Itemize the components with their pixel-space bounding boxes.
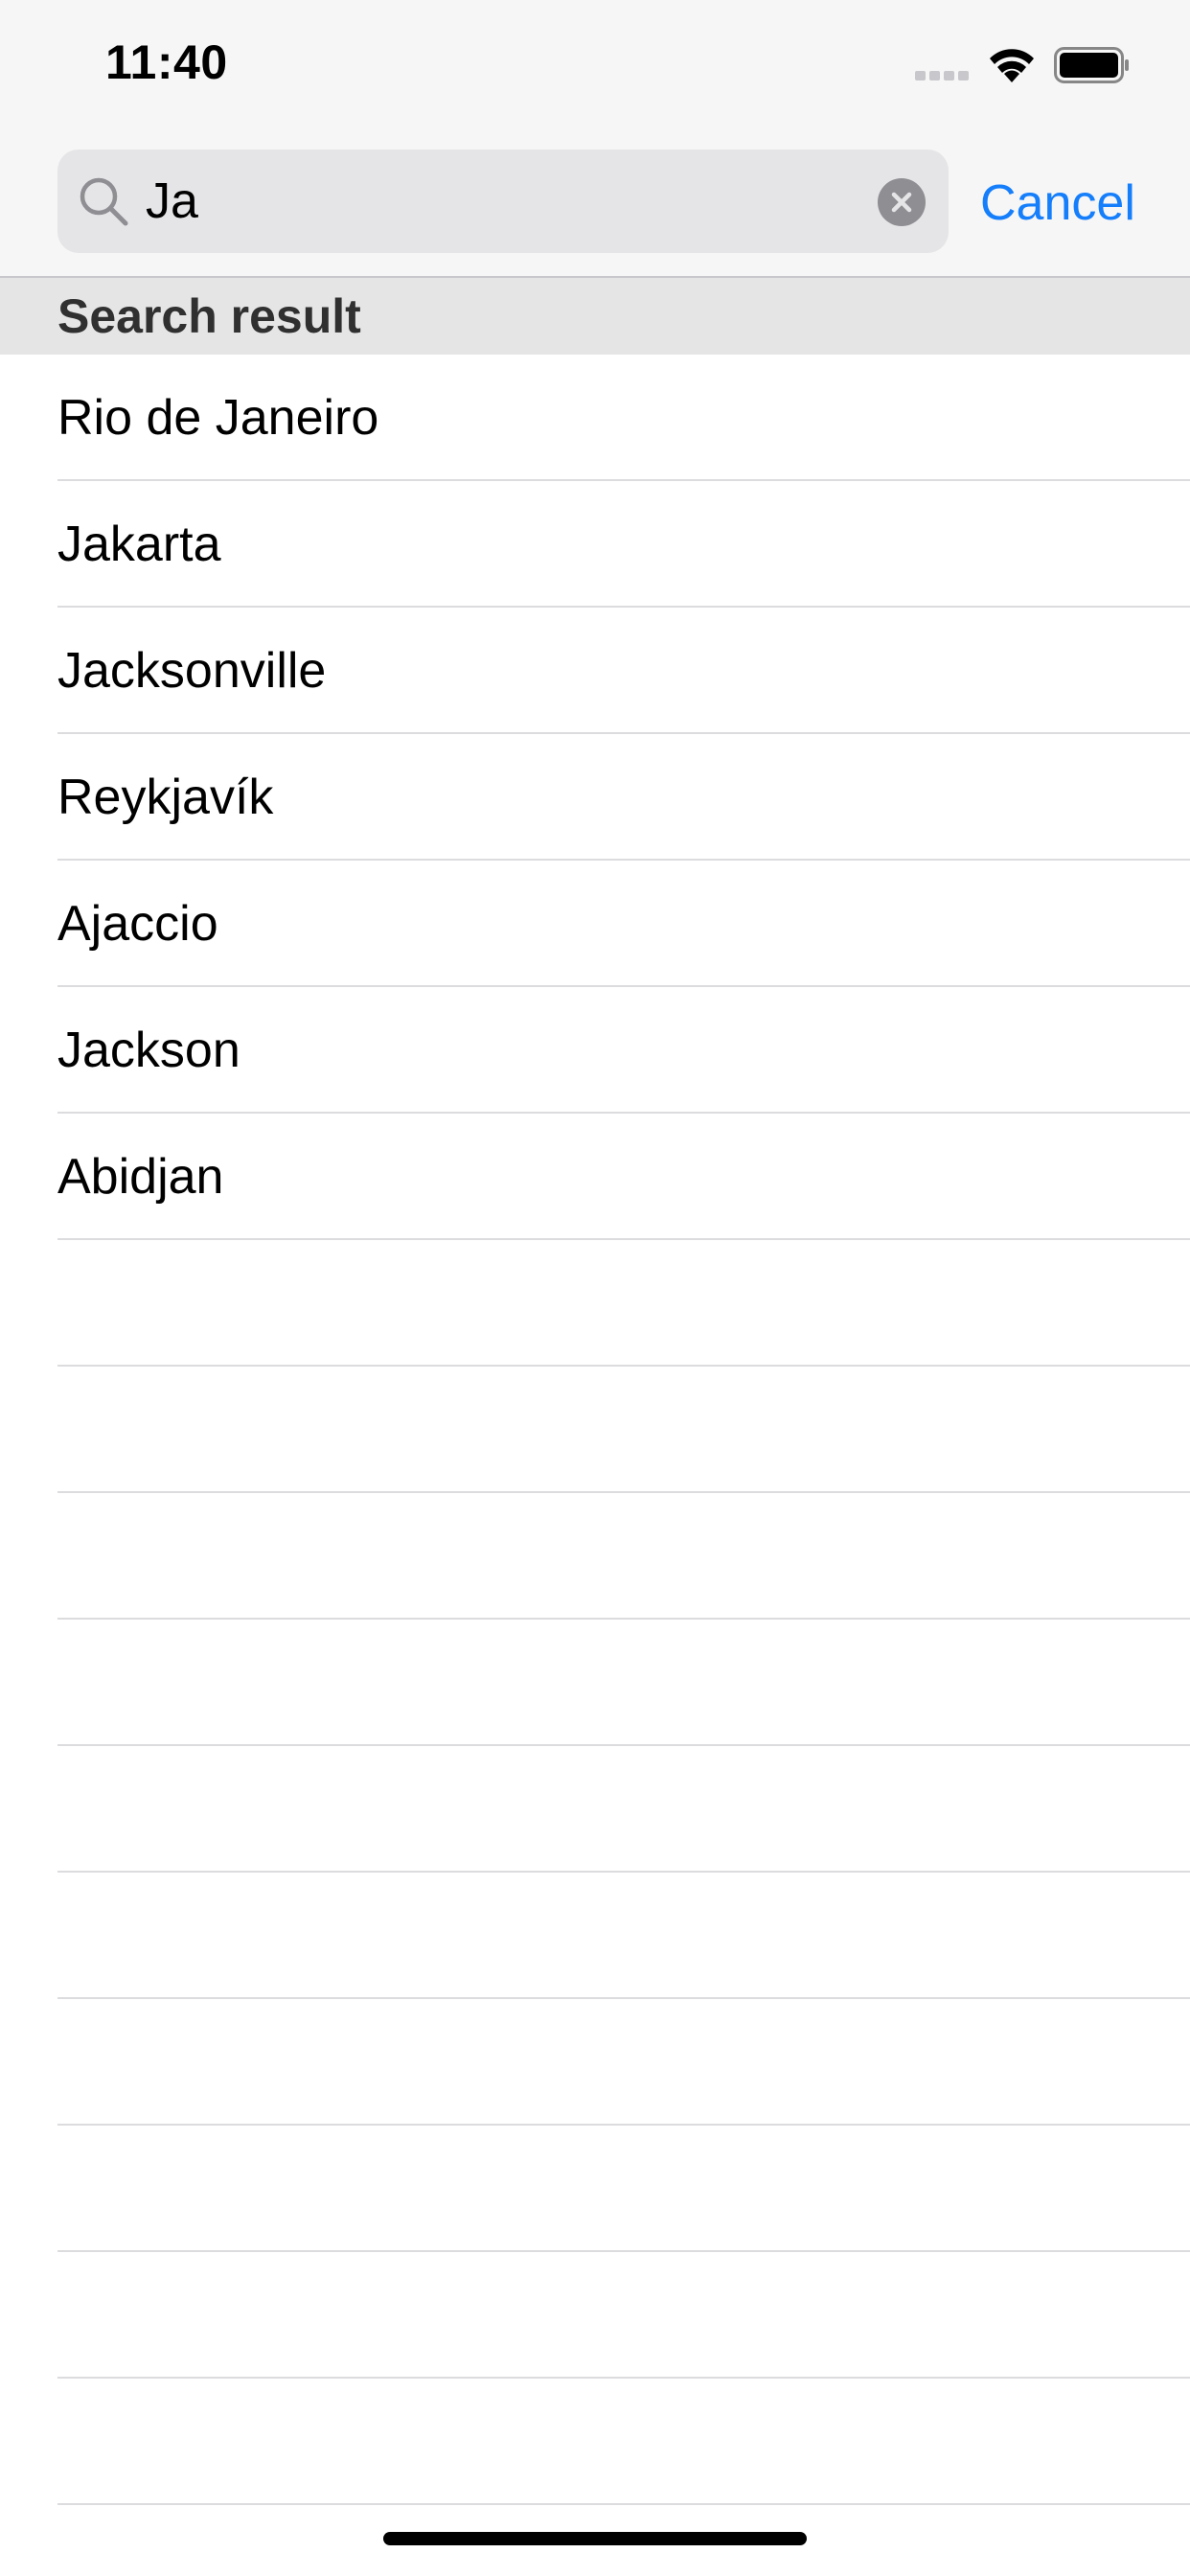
status-time: 11:40 <box>105 35 228 89</box>
result-label: Ajaccio <box>57 896 218 952</box>
signal-icon <box>915 71 969 80</box>
empty-row <box>0 2379 1190 2505</box>
result-row[interactable]: Abidjan <box>0 1114 1190 1240</box>
clear-icon[interactable] <box>878 178 926 226</box>
home-indicator[interactable] <box>383 2532 807 2545</box>
result-row[interactable]: Jakarta <box>0 481 1190 608</box>
empty-row <box>0 1493 1190 1620</box>
result-label: Abidjan <box>57 1149 224 1205</box>
result-label: Jackson <box>57 1023 240 1078</box>
cancel-button[interactable]: Cancel <box>980 174 1135 232</box>
result-label: Jakarta <box>57 517 221 572</box>
wifi-icon <box>990 49 1034 82</box>
result-row[interactable]: Rio de Janeiro <box>0 355 1190 481</box>
empty-row <box>0 1240 1190 1367</box>
empty-row <box>0 1746 1190 1873</box>
result-row[interactable]: Jackson <box>0 987 1190 1114</box>
result-label: Jacksonville <box>57 643 327 699</box>
empty-row <box>0 1999 1190 2126</box>
search-header: Ja Cancel <box>0 134 1190 278</box>
row-separator <box>57 2503 1190 2505</box>
search-field[interactable]: Ja <box>57 150 949 253</box>
empty-row <box>0 1873 1190 1999</box>
result-label: Rio de Janeiro <box>57 390 379 446</box>
empty-row <box>0 2252 1190 2379</box>
result-row[interactable]: Reykjavík <box>0 734 1190 861</box>
results-list: Rio de Janeiro Jakarta Jacksonville Reykjav… <box>0 355 1190 2505</box>
section-title: Search result <box>57 289 361 343</box>
empty-row <box>0 2126 1190 2252</box>
result-label: Reykjavík <box>57 770 274 825</box>
status-bar: 11:40 <box>0 0 1190 134</box>
search-icon <box>80 177 128 226</box>
result-row[interactable]: Ajaccio <box>0 861 1190 987</box>
empty-row <box>0 1620 1190 1746</box>
section-header: Search result <box>0 278 1190 355</box>
empty-row <box>0 1367 1190 1493</box>
search-input[interactable]: Ja <box>146 172 198 230</box>
battery-icon <box>1054 47 1129 83</box>
result-row[interactable]: Jacksonville <box>0 608 1190 734</box>
